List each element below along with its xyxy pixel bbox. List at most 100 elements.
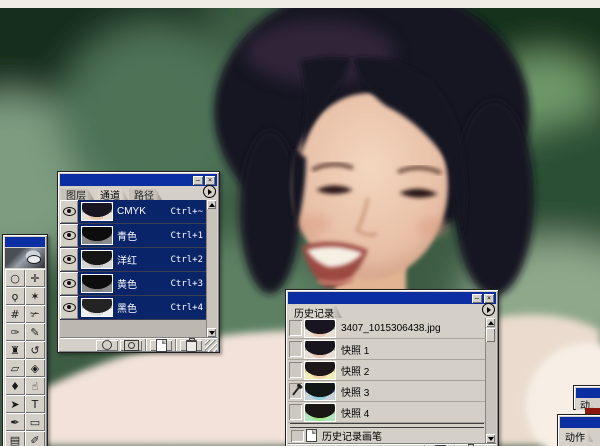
photoshop-eye-logo[interactable] [5,248,45,268]
channel-row[interactable]: 洋红Ctrl+2 [60,248,207,272]
toolbox-titlebar[interactable] [5,237,45,247]
channel-row[interactable]: CMYKCtrl+~ [60,200,207,224]
clone-stamp-tool[interactable]: ♜ [5,341,25,359]
visibility-toggle[interactable] [60,224,78,247]
ellipse-marquee-tool[interactable]: ○ [5,269,25,287]
history-palette: – × 历史记录 3407_1015306438.jpg快照 1 快照 2 快照 3… [285,289,499,446]
history-item-label: 快照 2 [341,363,369,378]
history-item[interactable]: 快照 1 [288,339,486,360]
rectangle-tool[interactable]: ▭ [25,413,45,431]
history-state-label: 历史记录画笔 [322,428,382,443]
history-brush-tool[interactable]: ↺ [25,341,45,359]
thumbnail-image [82,227,112,244]
scroll-down-icon[interactable] [207,328,216,337]
history-brush-source-toggle[interactable] [289,341,302,357]
history-brush-source-toggle[interactable] [289,383,302,399]
channel-row[interactable]: 青色Ctrl+1 [60,224,207,248]
thumbnail-image [82,275,112,292]
eye-icon [63,279,76,288]
delete-channel-button[interactable] [180,340,202,351]
history-thumbnail [304,319,336,338]
paint-bucket-tool[interactable]: ◈ [25,359,45,377]
channel-thumbnail [81,298,113,317]
history-item-label: 快照 4 [341,405,369,420]
new-channel-button[interactable] [150,340,172,351]
channel-thumbnail [81,226,113,245]
scroll-down-icon[interactable] [486,434,495,443]
tab-paths[interactable]: 路径 [129,189,162,200]
crop-tool[interactable]: # [5,305,25,323]
channel-label: 黑色 [117,300,170,315]
history-thumbnail [304,382,336,401]
palette-menu-icon[interactable] [203,185,216,198]
channels-titlebar[interactable]: – × [60,174,217,186]
channel-label: 黄色 [117,276,170,291]
channel-row[interactable]: 黑色Ctrl+4 [60,296,207,320]
channel-shortcut: Ctrl+4 [170,303,207,313]
history-brush-source-toggle[interactable] [291,430,304,442]
tab-history[interactable]: 历史记录 [289,306,342,318]
channel-thumbnail [81,202,113,221]
history-state-row[interactable]: 历史记录画笔 [290,428,484,443]
channel-label: 青色 [117,228,170,243]
channel-thumbnail [81,250,113,269]
fragment-titlebar[interactable] [560,417,600,428]
load-selection-button[interactable] [96,340,118,351]
tab-layers[interactable]: 图层 [61,189,94,200]
path-select-tool[interactable]: ➤ [5,395,25,413]
history-brush-source-toggle[interactable] [289,362,302,378]
smudge-tool[interactable]: ☝ [25,377,45,395]
magic-wand-tool[interactable]: ✶ [25,287,45,305]
history-item[interactable]: 3407_1015306438.jpg [288,318,486,339]
airbrush-tool[interactable]: ✑ [5,323,25,341]
eye-icon [63,255,76,264]
top-white-band [0,0,600,8]
pen-tool[interactable]: ✒ [5,413,25,431]
move-tool[interactable]: ✛ [25,269,45,287]
eraser-tool[interactable]: ▱ [5,359,25,377]
channel-row[interactable]: 黄色Ctrl+3 [60,272,207,296]
history-thumbnail [304,361,336,380]
visibility-toggle[interactable] [60,272,78,295]
resize-grip[interactable] [205,340,217,352]
history-tabrow: 历史记录 [286,304,498,318]
history-titlebar[interactable]: – × [288,292,496,304]
lasso-tool[interactable]: ϙ [5,287,25,305]
channel-shortcut: Ctrl+2 [170,255,207,265]
save-selection-button[interactable] [120,340,142,351]
thumbnail-image [305,383,335,400]
close-icon[interactable]: × [205,176,215,185]
minimize-icon[interactable]: – [193,176,203,185]
type-tool[interactable]: T [25,395,45,413]
scroll-thumb[interactable] [486,328,495,342]
visibility-toggle[interactable] [60,296,78,319]
thumbnail-image [305,341,335,358]
close-icon[interactable]: × [484,294,494,303]
channels-palette: – × 图层 通道 路径 CMYKCtrl+~青色Ctrl+1洋红Ctrl+2黄… [57,171,220,353]
visibility-toggle[interactable] [60,248,78,271]
history-brush-source-toggle[interactable] [289,320,302,336]
history-item[interactable]: 快照 4 [288,402,486,423]
history-list: 3407_1015306438.jpg快照 1 快照 2 快照 3 快照 4 历史记录… [288,318,496,443]
history-brush-source-toggle[interactable] [289,404,302,420]
history-scrollbar[interactable] [485,318,496,443]
blur-tool[interactable]: ♦ [5,377,25,395]
minimize-icon[interactable]: – [472,294,482,303]
tab-actions[interactable]: 动作 [560,430,593,442]
palette-menu-icon[interactable] [482,303,495,316]
channel-label: CMYK [117,206,170,217]
scroll-up-icon[interactable] [486,318,495,327]
history-item[interactable]: 快照 3 [288,381,486,402]
paintbrush-tool[interactable]: ✎ [25,323,45,341]
eyedropper-tool[interactable]: ✐ [25,431,45,446]
history-item[interactable]: 快照 2 [288,360,486,381]
fragment-titlebar[interactable] [576,388,600,398]
slice-tool[interactable]: ✃ [25,305,45,323]
tab-channels[interactable]: 通道 [95,188,128,200]
channels-scrollbar[interactable] [206,200,217,337]
thumbnail-image [305,404,335,421]
scroll-up-icon[interactable] [207,200,216,209]
visibility-toggle[interactable] [60,200,78,223]
color-palette-fragment: 动 [573,385,600,410]
notes-tool[interactable]: ▤ [5,431,25,446]
